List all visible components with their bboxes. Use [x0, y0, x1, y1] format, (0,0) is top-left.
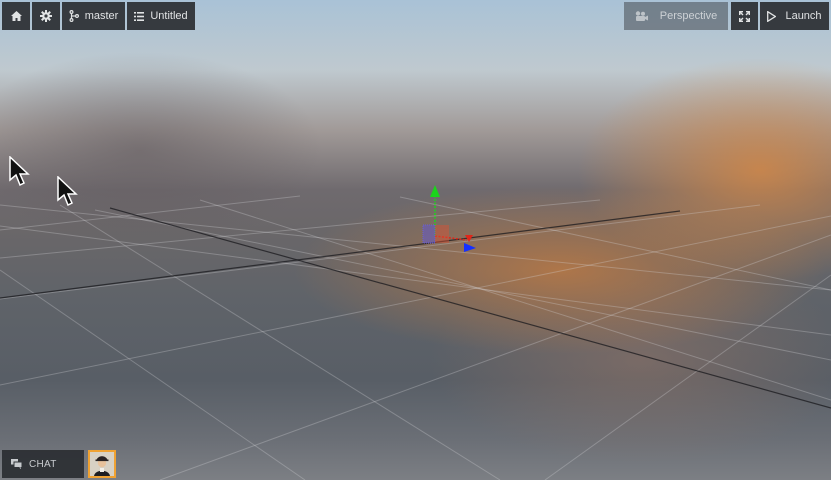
avatar[interactable]	[88, 450, 116, 478]
user-avatar-icon	[90, 452, 114, 476]
chat-icon	[11, 459, 22, 469]
settings-button[interactable]	[32, 2, 60, 30]
y-axis-arrow	[430, 185, 440, 197]
scene-button[interactable]: Untitled	[127, 2, 195, 30]
camera-label: Perspective	[659, 10, 718, 22]
cursor-icon	[57, 176, 78, 207]
scene-label: Untitled	[150, 10, 188, 22]
cursor-icon	[9, 156, 30, 187]
play-icon	[767, 10, 777, 22]
branch-button[interactable]: master	[62, 2, 125, 30]
chat-button[interactable]: CHAT	[2, 450, 84, 478]
x-axis-arrow	[465, 235, 473, 242]
list-icon	[134, 11, 145, 21]
branch-label: master	[84, 10, 119, 22]
launch-button[interactable]: Launch	[760, 2, 829, 30]
camera-icon	[635, 11, 648, 21]
transform-gizmo[interactable]	[415, 180, 485, 260]
home-icon	[10, 11, 22, 21]
gear-icon	[40, 10, 52, 22]
home-button[interactable]	[2, 2, 30, 30]
chat-label: CHAT	[29, 458, 57, 470]
fullscreen-button[interactable]	[731, 2, 758, 30]
camera-button[interactable]: Perspective	[624, 2, 728, 30]
z-axis-arrow	[464, 243, 476, 252]
branch-icon	[69, 10, 79, 22]
3d-viewport[interactable]	[0, 0, 831, 480]
expand-icon	[739, 10, 750, 22]
launch-label: Launch	[785, 10, 822, 22]
